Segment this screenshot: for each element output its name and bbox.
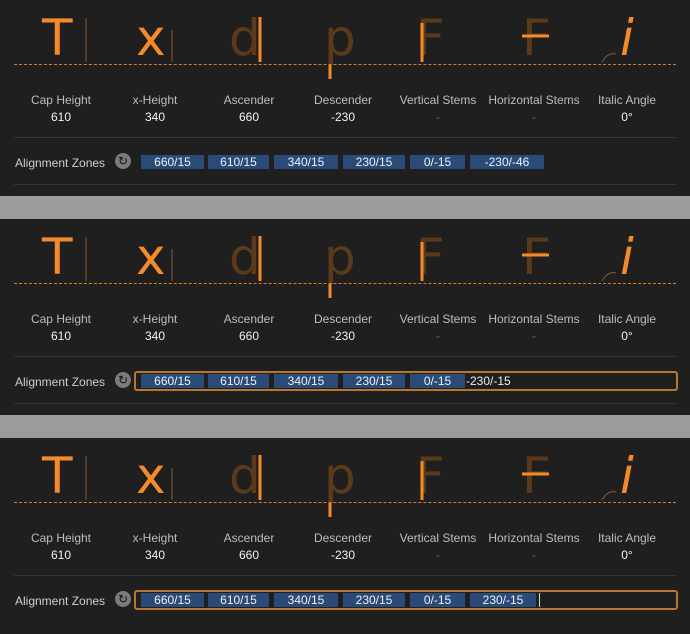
text-cursor [539,593,540,607]
vertical-stems-value[interactable]: - [383,329,493,343]
zone-chip[interactable]: 230/15 [343,374,405,388]
zone-chip[interactable]: 610/15 [208,374,269,388]
alignment-zones-label: Alignment Zones [15,594,106,608]
italic-angle-label: Italic Angle [597,93,657,107]
zone-chip[interactable]: 0/-15 [410,374,465,388]
zone-chip[interactable]: 610/15 [208,593,269,607]
metric-arrows [85,455,617,517]
divider [14,137,676,138]
reset-icon[interactable]: ↻ [115,591,131,607]
zone-chip[interactable]: 660/15 [141,155,204,169]
italic-angle-label: Italic Angle [597,531,657,545]
italic-angle-value[interactable]: 0° [572,110,682,124]
zone-chip[interactable]: 230/15 [343,155,405,169]
baseline [14,64,676,65]
divider [14,184,676,185]
metric-arrows [85,236,617,298]
zone-chip[interactable]: 340/15 [274,374,338,388]
baseline [14,283,676,284]
vertical-stems-value[interactable]: - [383,110,493,124]
zone-chip[interactable]: 340/15 [274,593,338,607]
descender-value[interactable]: -230 [288,548,398,562]
metrics-panel-3: T x d p F F i Cap Height 610 x-Height 34… [0,438,690,634]
reset-icon[interactable]: ↻ [115,372,131,388]
zone-chip[interactable]: 0/-15 [410,155,465,169]
zone-chip[interactable]: 660/15 [141,593,204,607]
descender-label: Descender [313,93,373,107]
zone-chip[interactable]: 340/15 [274,155,338,169]
zone-chip[interactable]: 0/-15 [410,593,465,607]
italic-angle-label: Italic Angle [597,312,657,326]
divider [14,575,676,576]
descender-label: Descender [313,531,373,545]
metric-arrows [85,17,617,79]
zone-edit-text[interactable]: -230/-15 [466,374,511,388]
vertical-stems-label: Vertical Stems [399,531,477,545]
divider [14,403,676,404]
alignment-zones-label: Alignment Zones [15,375,106,389]
italic-angle-value[interactable]: 0° [572,329,682,343]
panel-separator [0,415,690,438]
zone-chip[interactable]: 230/15 [343,593,405,607]
zone-chip[interactable]: -230/-46 [470,155,544,169]
zone-chip[interactable]: 230/-15 [470,593,536,607]
baseline [14,502,676,503]
italic-angle-value[interactable]: 0° [572,548,682,562]
vertical-stems-label: Vertical Stems [399,312,477,326]
descender-label: Descender [313,312,373,326]
vertical-stems-value[interactable]: - [383,548,493,562]
zone-chip[interactable]: 660/15 [141,374,204,388]
zone-chip[interactable]: 610/15 [208,155,269,169]
metrics-panel-1: T x d p F F i Cap Height 610 x-Height 34… [0,0,690,196]
divider [14,356,676,357]
reset-icon[interactable]: ↻ [115,153,131,169]
vertical-stems-label: Vertical Stems [399,93,477,107]
alignment-zones-label: Alignment Zones [15,156,106,170]
panel-separator [0,196,690,219]
metrics-panel-2: T x d p F F i Cap Height 610 x-Height 34… [0,219,690,415]
descender-value[interactable]: -230 [288,110,398,124]
descender-value[interactable]: -230 [288,329,398,343]
